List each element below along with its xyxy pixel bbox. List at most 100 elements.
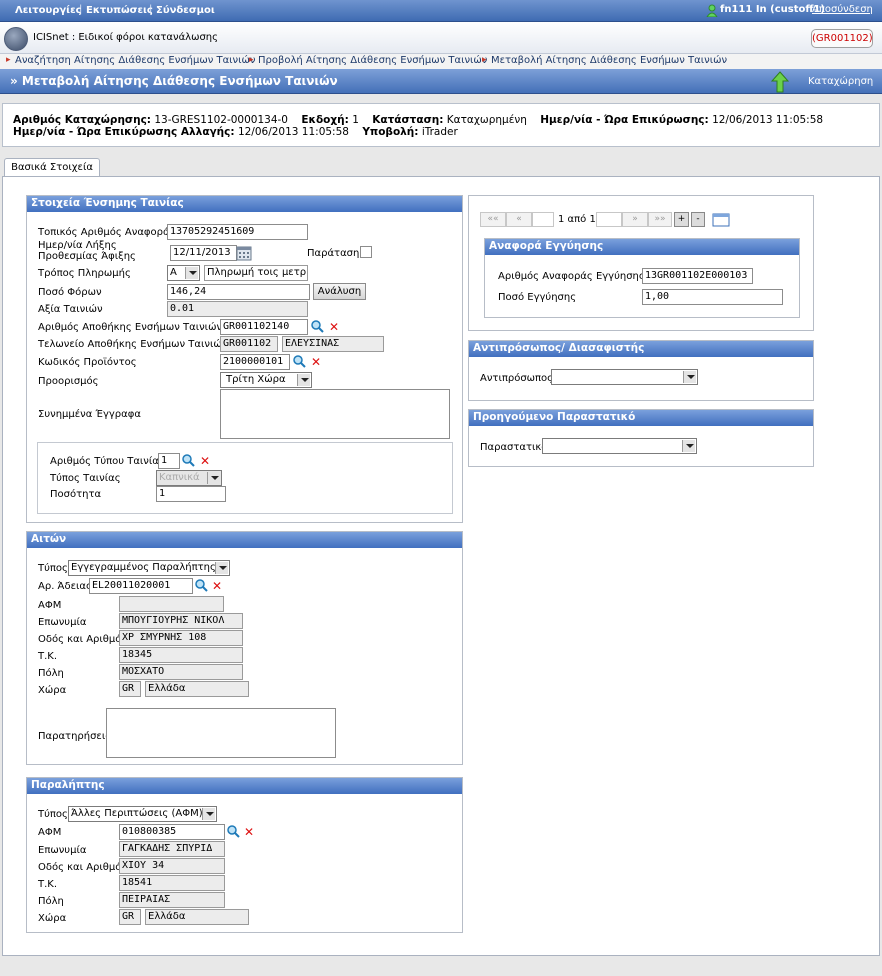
warehouse-input[interactable]: GR001102140 [220,319,308,335]
pager-prev-button[interactable]: « [506,212,532,227]
register-button-label: Καταχώρηση [808,76,874,87]
pager-page-input[interactable] [532,212,554,227]
clear-icon[interactable]: ✕ [311,356,321,368]
pager: «« « 1 από 1 » »» + - [480,212,716,228]
applicant-type-select[interactable]: Εγγεγραμμένος Παραλήπτης [68,560,230,576]
payment-desc-input: Πληρωμή τοις μετρητο [204,265,308,281]
guarantee-ref-input[interactable]: 13GR001102E000103 [642,268,753,284]
guarantee-section: Αναφορά Εγγύησης Αριθμός Αναφοράς Εγγύησ… [484,238,800,318]
applicant-city-input: ΜΟΣΧΑΤΟ [119,664,243,680]
breadcrumb-arrow-icon: ▸ [482,55,487,65]
search-icon[interactable] [195,579,208,592]
applicant-country-code: GR [119,681,141,697]
chevron-down-icon [297,374,310,386]
search-icon[interactable] [182,454,195,467]
pager-page-box[interactable] [596,212,622,227]
extension-label: Παράταση [307,248,360,259]
reg-no-label: Αριθμός Καταχώρησης: [13,114,151,126]
pager-last-button[interactable]: »» [648,212,672,227]
receiver-street-label: Οδός και Αριθμός [38,862,128,873]
applicant-street-label: Οδός και Αριθμός [38,634,128,645]
product-input[interactable]: 2100000101 [220,354,290,370]
stamp-type-group: Αριθμός Τύπου Ταινίας 1 ✕ Τύπος Ταινίας … [37,442,453,514]
notes-textarea[interactable] [106,708,336,758]
deadline-date-input[interactable]: 12/11/2013 [170,245,237,261]
app-logo-icon [4,27,28,51]
receiver-country-code: GR [119,909,141,925]
stamp-details-section: Στοιχεία Ένσημης Ταινίας Τοπικός Αριθμός… [26,195,463,523]
receiver-name-label: Επωνυμία [38,845,87,856]
tab-basic-info[interactable]: Βασικά Στοιχεία [4,158,100,176]
pager-next-button[interactable]: » [622,212,648,227]
register-button[interactable]: Καταχώρηση [766,69,882,94]
guarantee-amount-input[interactable]: 1,00 [642,289,783,305]
applicant-country-label: Χώρα [38,685,67,696]
search-icon[interactable] [311,320,324,333]
window-icon[interactable] [712,212,730,228]
calendar-icon[interactable] [236,245,252,261]
menu-functions[interactable]: Λειτουργίες [15,5,82,16]
pager-add-button[interactable]: + [674,212,689,227]
local-ref-label: Τοπικός Αριθμός Αναφοράς [38,227,176,238]
representative-header: Αντιπρόσωπος/ Διασαφιστής [469,341,813,357]
logout-link[interactable]: Αποσύνδεση [812,4,873,15]
applicant-street-input: ΧΡ ΣΜΥΡΝΗΣ 108 [119,630,243,646]
receiver-street-input: ΧΙΟΥ 34 [119,858,225,874]
clear-icon[interactable]: ✕ [244,826,254,838]
destination-select[interactable]: Τρίτη Χώρα [220,372,312,388]
breadcrumb-arrow-icon: ▸ [6,55,11,65]
receiver-type-select[interactable]: Άλλες Περιπτώσεις (ΑΦΜ) [68,806,217,822]
attachments-textarea[interactable] [220,389,450,439]
type-no-input[interactable]: 1 [158,453,180,469]
applicant-name-input: ΜΠΟΥΓΙΟΥΡΗΣ ΝΙΚΟΛ [119,613,243,629]
pager-remove-button[interactable]: - [691,212,705,227]
menu-links[interactable]: Σύνδεσμοι [156,5,215,16]
previous-document-section: Προηγούμενο Παραστατικό Παραστατικό [468,409,814,467]
version-label: Εκδοχή: [301,114,349,126]
representative-select[interactable] [551,369,698,385]
previous-document-select[interactable] [542,438,697,454]
chevron-down-icon [202,808,215,820]
applicant-afm-label: ΑΦΜ [38,600,62,611]
extension-checkbox[interactable] [360,246,372,258]
guarantee-ref-label: Αριθμός Αναφοράς Εγγύησης [498,271,645,282]
quantity-label: Ποσότητα [50,489,102,500]
receiver-afm-input[interactable]: 010800385 [119,824,225,840]
applicant-afm-input [119,596,224,612]
receiver-city-input: ΠΕΙΡΑΙΑΣ [119,892,225,908]
breadcrumb: ▸ Αναζήτηση Αίτησης Διάθεσης Ενσήμων Ται… [0,54,882,69]
menu-prints[interactable]: Εκτυπώσεις [86,5,153,16]
guarantee-amount-label: Ποσό Εγγύησης [498,292,577,303]
local-ref-input[interactable]: 13705292451609 [167,224,308,240]
receiver-header: Παραλήπτης [27,778,462,794]
stamps-value-input: 0.01 [167,301,308,317]
chevron-down-icon [185,267,198,279]
clear-icon[interactable]: ✕ [212,580,222,592]
change-validation-label: Ημερ/νία - Ώρα Επικύρωσης Αλλαγής: [13,126,235,138]
clear-icon[interactable]: ✕ [329,321,339,333]
tax-amount-input: 146,24 [167,284,310,300]
quantity-input[interactable]: 1 [156,486,226,502]
destination-value: Τρίτη Χώρα [226,374,286,385]
pager-first-button[interactable]: «« [480,212,506,227]
chevron-down-icon [682,440,695,452]
applicant-type-value: Εγγεγραμμένος Παραλήπτης [71,562,216,573]
breadcrumb-item-view[interactable]: Προβολή Αίτησης Διάθεσης Ενσήμων Ταινιών [258,55,487,66]
payment-code-select[interactable]: A [167,265,200,281]
chevron-down-icon [207,472,220,484]
analysis-button[interactable]: Ανάλυση [313,283,366,300]
clear-icon[interactable]: ✕ [200,455,210,467]
license-input[interactable]: EL20011020001 [89,578,193,594]
breadcrumb-item-edit: Μεταβολή Αίτησης Διάθεσης Ενσήμων Ταινιώ… [491,55,728,66]
receiver-name-input: ΓΑΓΚΑΔΗΣ ΣΠΥΡΙΔ [119,841,225,857]
page-title-bar: » Μεταβολή Αίτησης Διάθεσης Ενσήμων Ταιν… [0,69,882,94]
user-label: fn111 In (custoff1) [720,4,825,15]
stamps-value-label: Αξία Ταινιών [38,304,103,315]
chevron-down-icon [215,562,228,574]
destination-label: Προορισμός [38,376,99,387]
deadline-label: Ημερ/νία Λήξης Προθεσμίας Άφιξης [38,240,136,262]
search-icon[interactable] [227,825,240,838]
status-value: Καταχωρημένη [446,114,527,126]
search-icon[interactable] [293,355,306,368]
breadcrumb-item-search[interactable]: Αναζήτηση Αίτησης Διάθεσης Ενσήμων Ταινι… [15,55,255,66]
